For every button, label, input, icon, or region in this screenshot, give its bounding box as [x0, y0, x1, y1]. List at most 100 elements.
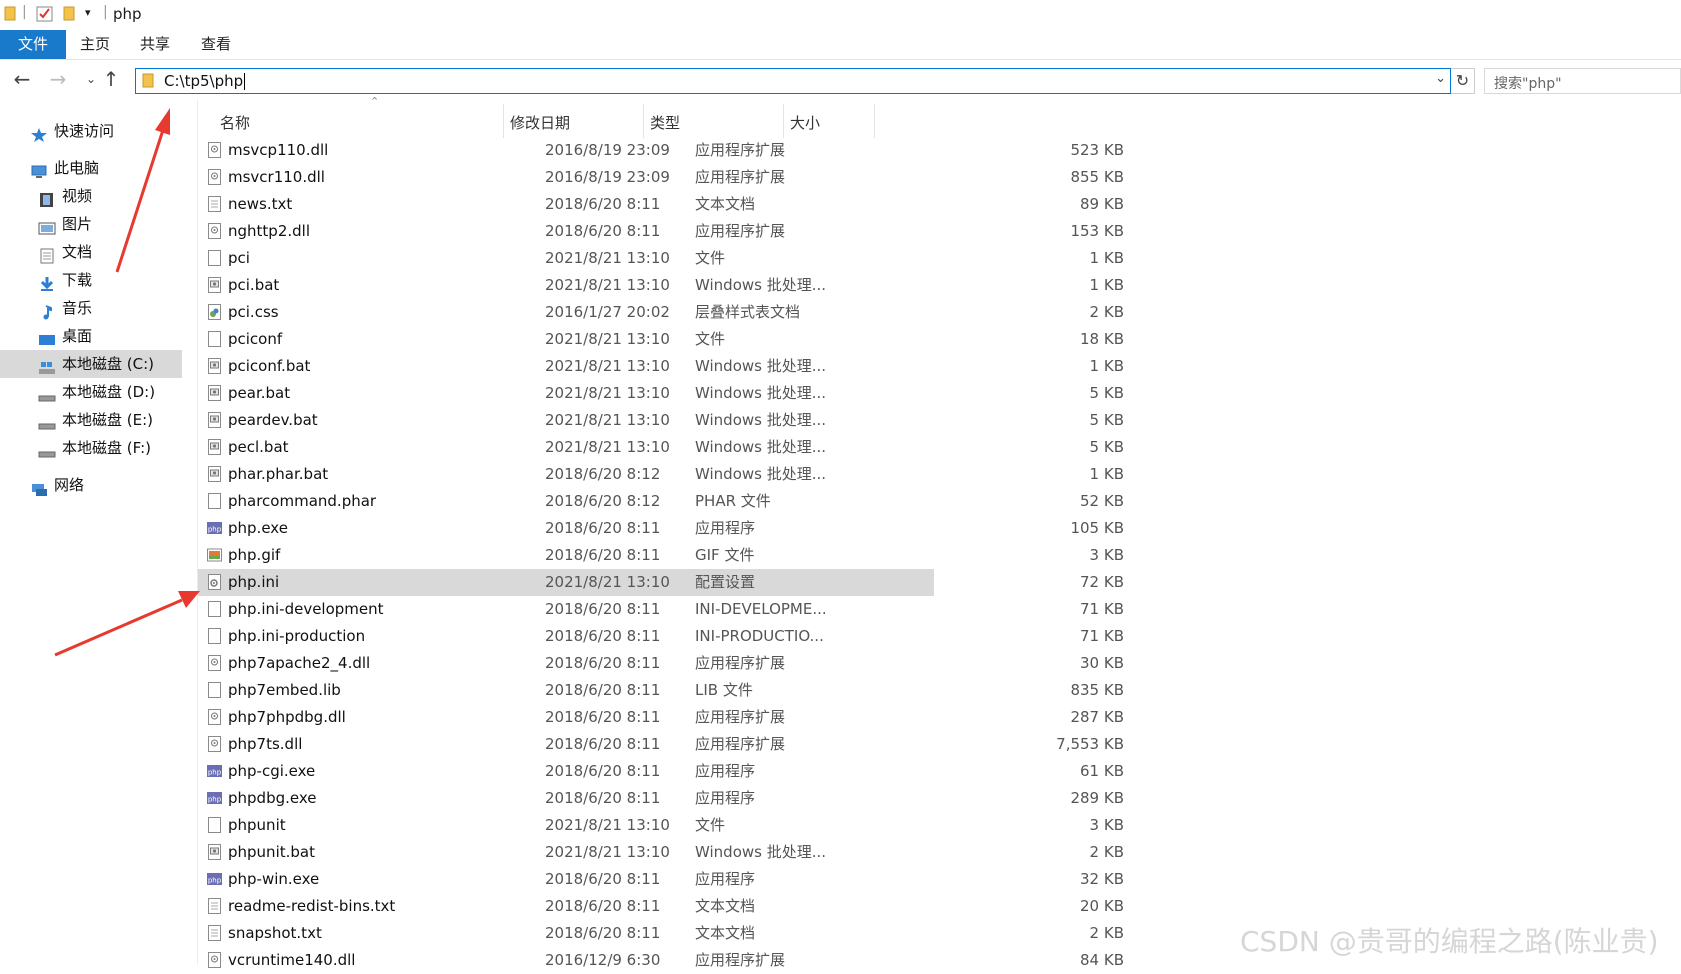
nav-item-desktop[interactable]: 桌面 [38, 322, 92, 350]
refresh-icon[interactable]: ↻ [1451, 68, 1475, 94]
file-row[interactable]: php.gif 2018/6/20 8:11 GIF 文件 3 KB [198, 542, 1124, 569]
nav-item-music[interactable]: 音乐 [38, 294, 92, 322]
nav-drive-c[interactable]: 本地磁盘 (C:) [0, 350, 182, 378]
file-row[interactable]: phpunit.bat 2021/8/21 13:10 Windows 批处理...… [198, 839, 1124, 866]
nav-drive-d[interactable]: 本地磁盘 (D:) [38, 378, 155, 406]
file-row[interactable]: php7phpdbg.dll 2018/6/20 8:11 应用程序扩展 287 KB [198, 704, 1124, 731]
file-row[interactable]: snapshot.txt 2018/6/20 8:11 文本文档 2 KB [198, 920, 1124, 947]
file-name: php7embed.lib [228, 681, 341, 699]
file-row[interactable]: php.ini-development 2018/6/20 8:11 INI-DEV… [198, 596, 1124, 623]
nav-drive-f[interactable]: 本地磁盘 (F:) [38, 434, 151, 462]
nav-quick-access[interactable]: 快速访问 [30, 117, 114, 145]
file-name: php7apache2_4.dll [228, 654, 371, 672]
file-row[interactable]: news.txt 2018/6/20 8:11 文本文档 89 KB [198, 191, 1124, 218]
file-row[interactable]: php phpdbg.exe 2018/6/20 8:11 应用程序 289 KB [198, 785, 1124, 812]
column-type[interactable]: 类型 [650, 112, 680, 133]
address-dropdown-chevron-icon[interactable]: ⌄ [1435, 71, 1446, 86]
file-size: 1 KB [1089, 357, 1124, 375]
file-bat-icon [207, 843, 222, 861]
nav-this-pc[interactable]: 此电脑 [30, 154, 99, 182]
picture-icon [38, 217, 56, 234]
file-size: 289 KB [1070, 789, 1124, 807]
file-row[interactable]: nghttp2.dll 2018/6/20 8:11 应用程序扩展 153 KB [198, 218, 1124, 245]
nav-quick-access-label: 快速访问 [54, 122, 115, 140]
nav-item-label: 音乐 [62, 299, 93, 317]
file-row[interactable]: php7apache2_4.dll 2018/6/20 8:11 应用程序扩展 30 … [198, 650, 1124, 677]
file-date: 2018/6/20 8:11 [545, 600, 661, 618]
address-bar[interactable]: C:\tp5\php ⌄ [135, 68, 1451, 94]
column-separator[interactable] [783, 104, 784, 138]
file-dll-icon [207, 141, 222, 159]
file-row[interactable]: php php-cgi.exe 2018/6/20 8:11 应用程序 61 KB [198, 758, 1124, 785]
file-row[interactable]: pciconf.bat 2021/8/21 13:10 Windows 批处理...… [198, 353, 1124, 380]
desktop-icon [38, 329, 56, 345]
sort-ascending-icon: ⌃ [370, 95, 380, 108]
tab-share[interactable]: 共享 [132, 30, 178, 59]
tab-file[interactable]: 文件 [0, 30, 66, 59]
file-type: 文本文档 [695, 195, 756, 213]
file-row[interactable]: pharcommand.phar 2018/6/20 8:12 PHAR 文件 52 … [198, 488, 1124, 515]
back-arrow-icon[interactable]: ← [9, 66, 35, 92]
file-row[interactable]: pci.css 2016/1/27 20:02 层叠样式表文档 2 KB [198, 299, 1124, 326]
navigation-bar: ← → ⌄ ↑ C:\tp5\php ⌄ ↻ 搜索"php" [0, 60, 1681, 100]
file-row[interactable]: vcruntime140.dll 2016/12/9 6:30 应用程序扩展 84 K… [198, 947, 1124, 974]
search-placeholder[interactable]: 搜索"php" [1494, 73, 1562, 93]
file-row[interactable]: pear.bat 2021/8/21 13:10 Windows 批处理... 5 K… [198, 380, 1124, 407]
customize-toolbar-icon[interactable]: ▾ [85, 6, 91, 19]
file-row[interactable]: php.ini-production 2018/6/20 8:11 INI-PROD… [198, 623, 1124, 650]
file-row[interactable]: pci 2021/8/21 13:10 文件 1 KB [198, 245, 1124, 272]
file-date: 2021/8/21 13:10 [545, 843, 670, 861]
file-row[interactable]: php php-win.exe 2018/6/20 8:11 应用程序 32 KB [198, 866, 1124, 893]
address-path[interactable]: C:\tp5\php [164, 72, 243, 90]
nav-drive-label: 本地磁盘 (E:) [62, 411, 154, 429]
file-type: 应用程序 [695, 519, 756, 537]
column-date[interactable]: 修改日期 [510, 112, 570, 133]
file-row[interactable]: php php.exe 2018/6/20 8:11 应用程序 105 KB [198, 515, 1124, 542]
file-row[interactable]: php.ini 2021/8/21 13:10 配置设置 72 KB [198, 569, 1124, 596]
file-row[interactable]: peardev.bat 2021/8/21 13:10 Windows 批处理...… [198, 407, 1124, 434]
forward-arrow-icon[interactable]: → [45, 66, 71, 92]
separator: | [103, 4, 108, 20]
file-date: 2021/8/21 13:10 [545, 357, 670, 375]
file-name: phar.phar.bat [228, 465, 329, 483]
file-row[interactable]: pecl.bat 2021/8/21 13:10 Windows 批处理... 5 K… [198, 434, 1124, 461]
column-name[interactable]: 名称 [220, 112, 250, 133]
nav-item-videos[interactable]: 视频 [38, 182, 92, 210]
new-folder-icon[interactable] [63, 5, 75, 25]
file-type: 配置设置 [695, 573, 756, 591]
file-row[interactable]: readme-redist-bins.txt 2018/6/20 8:11 文本文档… [198, 893, 1124, 920]
file-txt-icon [207, 897, 222, 915]
nav-drive-e[interactable]: 本地磁盘 (E:) [38, 406, 153, 434]
file-row[interactable]: phpunit 2021/8/21 13:10 文件 3 KB [198, 812, 1124, 839]
nav-item-label: 文档 [62, 243, 93, 261]
file-row[interactable]: php7embed.lib 2018/6/20 8:11 LIB 文件 835 KB [198, 677, 1124, 704]
file-row[interactable]: php7ts.dll 2018/6/20 8:11 应用程序扩展 7,553 KB [198, 731, 1124, 758]
nav-item-documents[interactable]: 文档 [38, 238, 92, 266]
file-row[interactable]: msvcp110.dll 2016/8/19 23:09 应用程序扩展 523 KB [198, 137, 1124, 164]
file-row[interactable]: pciconf 2021/8/21 13:10 文件 18 KB [198, 326, 1124, 353]
up-arrow-icon[interactable]: ↑ [98, 66, 124, 92]
file-row[interactable]: msvcr110.dll 2016/8/19 23:09 应用程序扩展 855 KB [198, 164, 1124, 191]
file-bat-icon [207, 384, 222, 402]
file-date: 2016/12/9 6:30 [545, 951, 661, 969]
file-row[interactable]: phar.phar.bat 2018/6/20 8:12 Windows 批处理..… [198, 461, 1124, 488]
nav-drive-label: 本地磁盘 (C:) [62, 355, 154, 373]
file-date: 2018/6/20 8:11 [545, 681, 661, 699]
column-separator[interactable] [503, 104, 504, 138]
properties-icon[interactable] [36, 5, 54, 27]
column-size[interactable]: 大小 [790, 112, 820, 133]
nav-network[interactable]: 网络 [30, 471, 84, 499]
nav-item-downloads[interactable]: 下载 [38, 266, 92, 294]
file-size: 5 KB [1089, 438, 1124, 456]
file-name: pharcommand.phar [228, 492, 377, 510]
file-row[interactable]: pci.bat 2021/8/21 13:10 Windows 批处理... 1 KB [198, 272, 1124, 299]
tab-view[interactable]: 查看 [193, 30, 239, 59]
file-list: 名称 ⌃ 修改日期 类型 大小 msvcp110.dll 2016/8/19 23… [198, 95, 1124, 969]
file-size: 1 KB [1089, 465, 1124, 483]
column-separator[interactable] [643, 104, 644, 138]
file-ini-icon [207, 573, 222, 591]
search-box[interactable]: 搜索"php" [1484, 68, 1681, 94]
tab-home[interactable]: 主页 [72, 30, 118, 59]
nav-item-pictures[interactable]: 图片 [38, 210, 92, 238]
column-separator[interactable] [874, 104, 875, 138]
